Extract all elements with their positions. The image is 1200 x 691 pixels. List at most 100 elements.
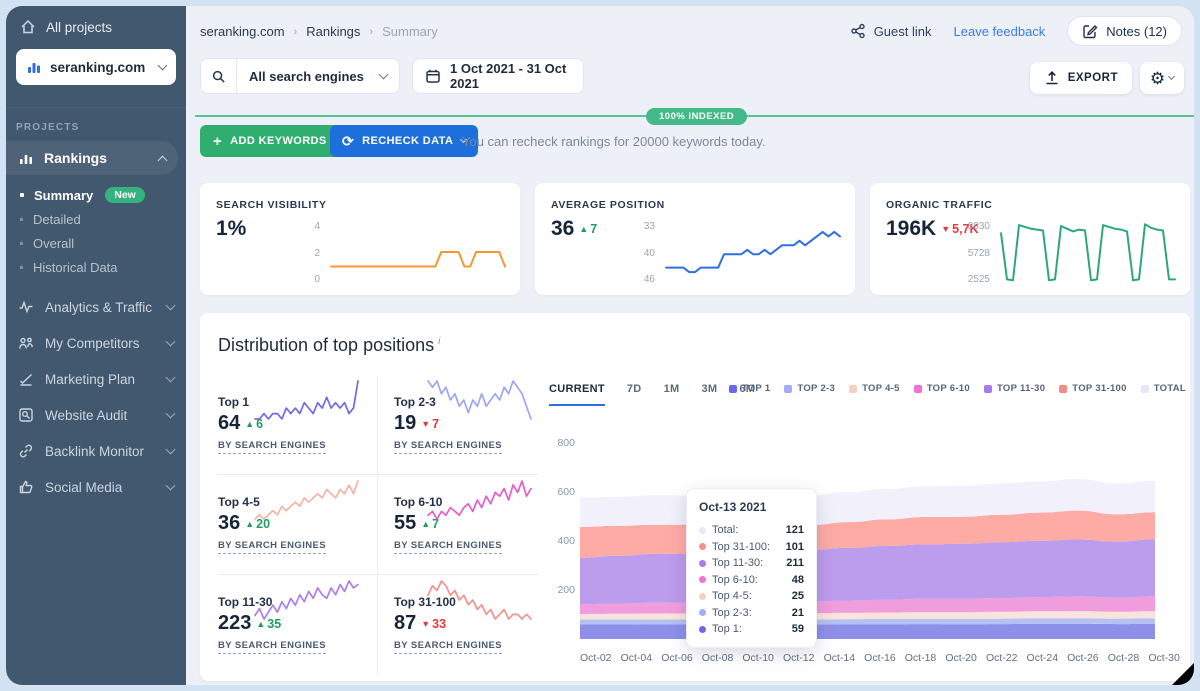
tooltip-series-value: 21 [792,607,804,619]
by-search-engines-link[interactable]: BY SEARCH ENGINES [218,540,326,554]
sidebar-subitem-summary[interactable]: SummaryNew [6,183,186,207]
tooltip-row: Top 11-30:211 [699,555,804,572]
tooltip-row: Top 4-5: 25 [699,588,804,605]
chevron-down-icon [379,70,389,80]
breadcrumb-project[interactable]: seranking.com [200,24,285,39]
home-icon [20,19,36,35]
y-axis-tick: 400 [545,535,575,547]
down-arrow-icon: ▼ [941,224,950,234]
recheck-data-button[interactable]: ⟳ RECHECK DATA [330,125,478,157]
sidebar-item-website-audit[interactable]: Website Audit [6,397,186,433]
tooltip-series-dot [699,593,706,600]
add-keywords-label: ADD KEYWORDS [230,135,326,147]
tooltip-series-label: Top 1: [712,623,742,635]
subitem-label: Summary [34,188,93,203]
x-axis-tick: Oct-02 [580,652,612,664]
sidebar-subitem-overall[interactable]: Overall [6,231,186,255]
subitem-label: Historical Data [33,260,118,275]
sidebar-item-analytics-traffic[interactable]: Analytics & Traffic [6,289,186,325]
chevron-up-icon [158,155,168,165]
axis-tick: 4 [314,221,320,232]
guest-link-button[interactable]: Guest link [850,23,932,39]
subitem-label: Detailed [33,212,81,227]
sidebar-item-all-projects[interactable]: All projects [6,6,186,45]
leave-feedback-link[interactable]: Leave feedback [954,24,1046,39]
by-search-engines-link[interactable]: BY SEARCH ENGINES [394,540,502,554]
position-sparkline [427,579,532,626]
tooltip-row: Top 6-10:48 [699,572,804,589]
tooltip-series-label: Total: [712,524,738,536]
breadcrumb-rankings[interactable]: Rankings [306,24,360,39]
x-axis-tick: Oct-24 [1027,652,1059,664]
nav-item-label: Backlink Monitor [45,444,144,459]
metric-axis-ticks: 420 [288,221,320,285]
x-axis-tick: Oct-20 [945,652,977,664]
app-window: All projects seranking.com PROJECTS Rank… [6,6,1194,685]
breadcrumb-separator: › [369,26,373,38]
tooltip-series-label: Top 4-5: [712,590,752,602]
project-name: seranking.com [50,60,145,75]
bullet-icon [20,266,23,269]
metric-axis-ticks: 893057282525 [958,221,990,285]
search-icon[interactable] [201,59,237,93]
by-search-engines-link[interactable]: BY SEARCH ENGINES [394,640,502,654]
sidebar-subitem-historical-data[interactable]: Historical Data [6,255,186,279]
x-axis-tick: Oct-06 [661,652,693,664]
metric-card-search-visibility: SEARCH VISIBILITY1%420 [200,183,520,295]
nav-item-label: Social Media [45,480,122,495]
by-search-engines-link[interactable]: BY SEARCH ENGINES [218,440,326,454]
sidebar-item-my-competitors[interactable]: My Competitors [6,325,186,361]
guest-link-label: Guest link [874,24,932,39]
tooltip-series-label: Top 31-100: [712,541,770,553]
position-sparkline [254,379,359,426]
sidebar-item-social-media[interactable]: Social Media [6,469,186,505]
stacked-area-chart[interactable] [580,371,1159,644]
tooltip-row: Total:121 [699,522,804,539]
metric-sparkline [665,221,841,288]
calendar-icon [425,68,441,84]
social-icon [18,479,34,495]
position-sparkline [254,579,359,626]
up-arrow-icon: ▲ [245,519,254,529]
sidebar-item-rankings[interactable]: Rankings [6,141,178,175]
date-range-picker[interactable]: 1 Oct 2021 - 31 Oct 2021 [412,58,584,94]
tooltip-series-value: 25 [792,590,804,602]
project-selector[interactable]: seranking.com [16,49,176,85]
add-keywords-button[interactable]: + ADD KEYWORDS [200,125,340,157]
metric-label: SEARCH VISIBILITY [216,199,327,211]
recheck-hint-text: You can recheck rankings for 20000 keywo… [462,134,766,149]
indexed-badge: 100% INDEXED [646,108,747,125]
sidebar-subitem-detailed[interactable]: Detailed [6,207,186,231]
share-icon [850,23,866,39]
axis-tick: 33 [644,221,655,232]
tooltip-row: Top 1:59 [699,621,804,638]
by-search-engines-link[interactable]: BY SEARCH ENGINES [394,440,502,454]
sidebar-nav: Analytics & TrafficMy CompetitorsMarketi… [6,289,186,505]
sidebar-item-marketing-plan[interactable]: Marketing Plan [6,361,186,397]
chevron-down-icon [166,409,176,419]
delta-up: ▲7 [579,222,597,236]
x-axis-tick: Oct-04 [621,652,653,664]
x-axis-tick: Oct-10 [742,652,774,664]
upload-icon [1044,70,1060,86]
axis-tick: 2525 [968,274,990,285]
x-axis-tick: Oct-14 [824,652,856,664]
info-icon[interactable]: i [438,336,440,347]
tooltip-series-label: Top 11-30: [712,557,763,569]
backlink-icon [18,443,34,459]
chart-area: CURRENT7D1M3M6M TOP 1TOP 2-3TOP 4-5TOP 6… [535,371,1190,681]
settings-button[interactable]: ⚙ [1140,62,1184,94]
tooltip-series-dot [699,543,706,550]
search-engines-select[interactable]: All search engines [200,58,400,94]
chevron-down-icon [166,373,176,383]
export-button[interactable]: EXPORT [1030,62,1132,94]
subitem-label: Overall [33,236,74,251]
metric-cards: SEARCH VISIBILITY1%420AVERAGE POSITION36… [200,183,1190,295]
notes-button[interactable]: Notes (12) [1067,16,1182,46]
by-search-engines-link[interactable]: BY SEARCH ENGINES [218,640,326,654]
tooltip-rows: Total:121Top 31-100:101Top 11-30:211Top … [699,522,804,638]
rankings-icon [18,150,34,166]
bullet-icon [20,218,23,221]
sidebar-item-backlink-monitor[interactable]: Backlink Monitor [6,433,186,469]
metric-sparkline [330,221,506,288]
